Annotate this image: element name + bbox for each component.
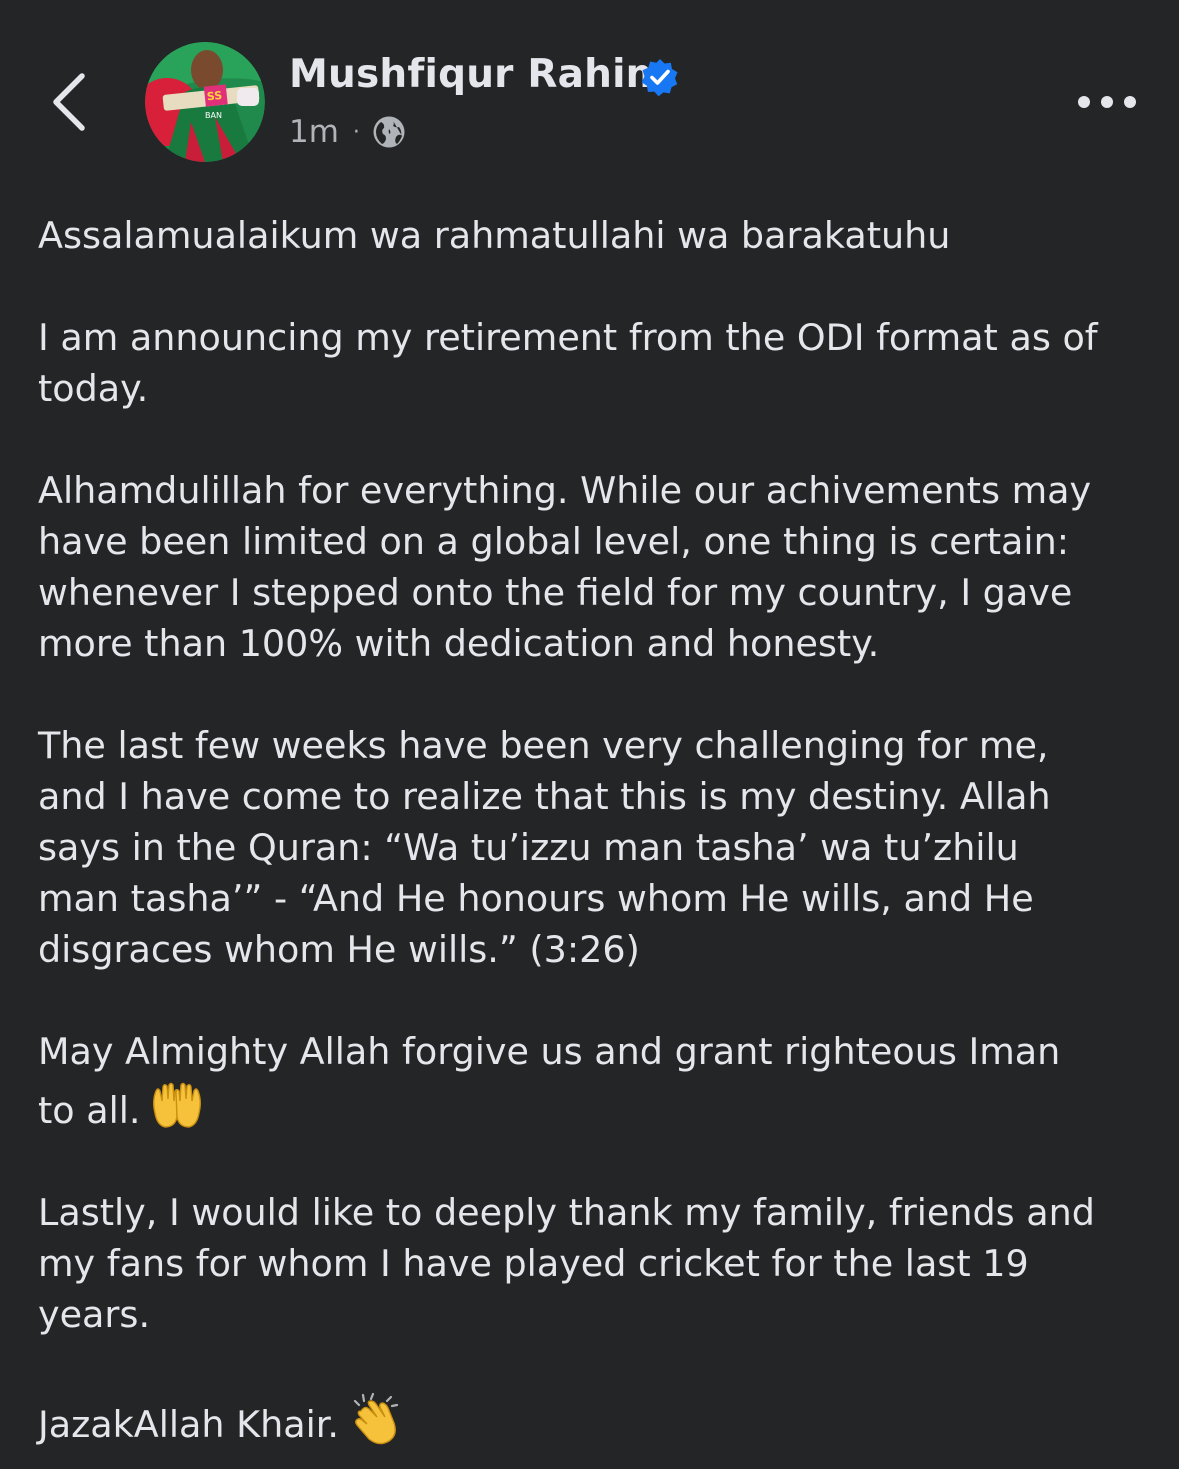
more-options-button[interactable]: [1070, 82, 1144, 122]
post-meta: 1m ·: [289, 112, 406, 152]
author-name[interactable]: Mushfiqur Rahim: [289, 52, 667, 97]
post-paragraph-closing-text: JazakAllah Khair.: [38, 1403, 339, 1446]
palms-up-together-emoji-icon: [152, 1082, 201, 1128]
post-paragraph-announcement: I am announcing my retirement from the O…: [38, 316, 1098, 410]
post-paragraph-gratitude: Alhamdulillah for everything. While our …: [38, 469, 1092, 665]
avatar[interactable]: SS BAN: [145, 42, 265, 162]
post-paragraph-closing: JazakAllah Khair.: [38, 1391, 1158, 1450]
post-paragraph-challenges: The last few weeks have been very challe…: [38, 724, 1051, 971]
post-body: Assalamualaikum wa rahmatullahi wa barak…: [38, 210, 1158, 1450]
post-paragraph-thanks: Lastly, I would like to deeply thank my …: [38, 1191, 1095, 1336]
post-timestamp[interactable]: 1m: [289, 114, 339, 150]
more-horizontal-icon: [1078, 96, 1136, 108]
verified-badge-icon: [641, 59, 678, 97]
meta-separator: ·: [352, 119, 360, 145]
chevron-left-icon: [53, 73, 85, 131]
back-button[interactable]: [44, 64, 104, 140]
globe-icon[interactable]: [372, 115, 406, 149]
post-paragraph-greeting: Assalamualaikum wa rahmatullahi wa barak…: [38, 214, 951, 257]
svg-text:SS: SS: [206, 89, 223, 104]
clapping-hands-emoji-icon: [353, 1392, 399, 1445]
post-paragraph-prayer: May Almighty Allah forgive us and grant …: [38, 1026, 1158, 1136]
post-header: SS BAN Mushfiqur Rahim 1m ·: [0, 0, 1179, 190]
svg-text:BAN: BAN: [205, 111, 222, 120]
